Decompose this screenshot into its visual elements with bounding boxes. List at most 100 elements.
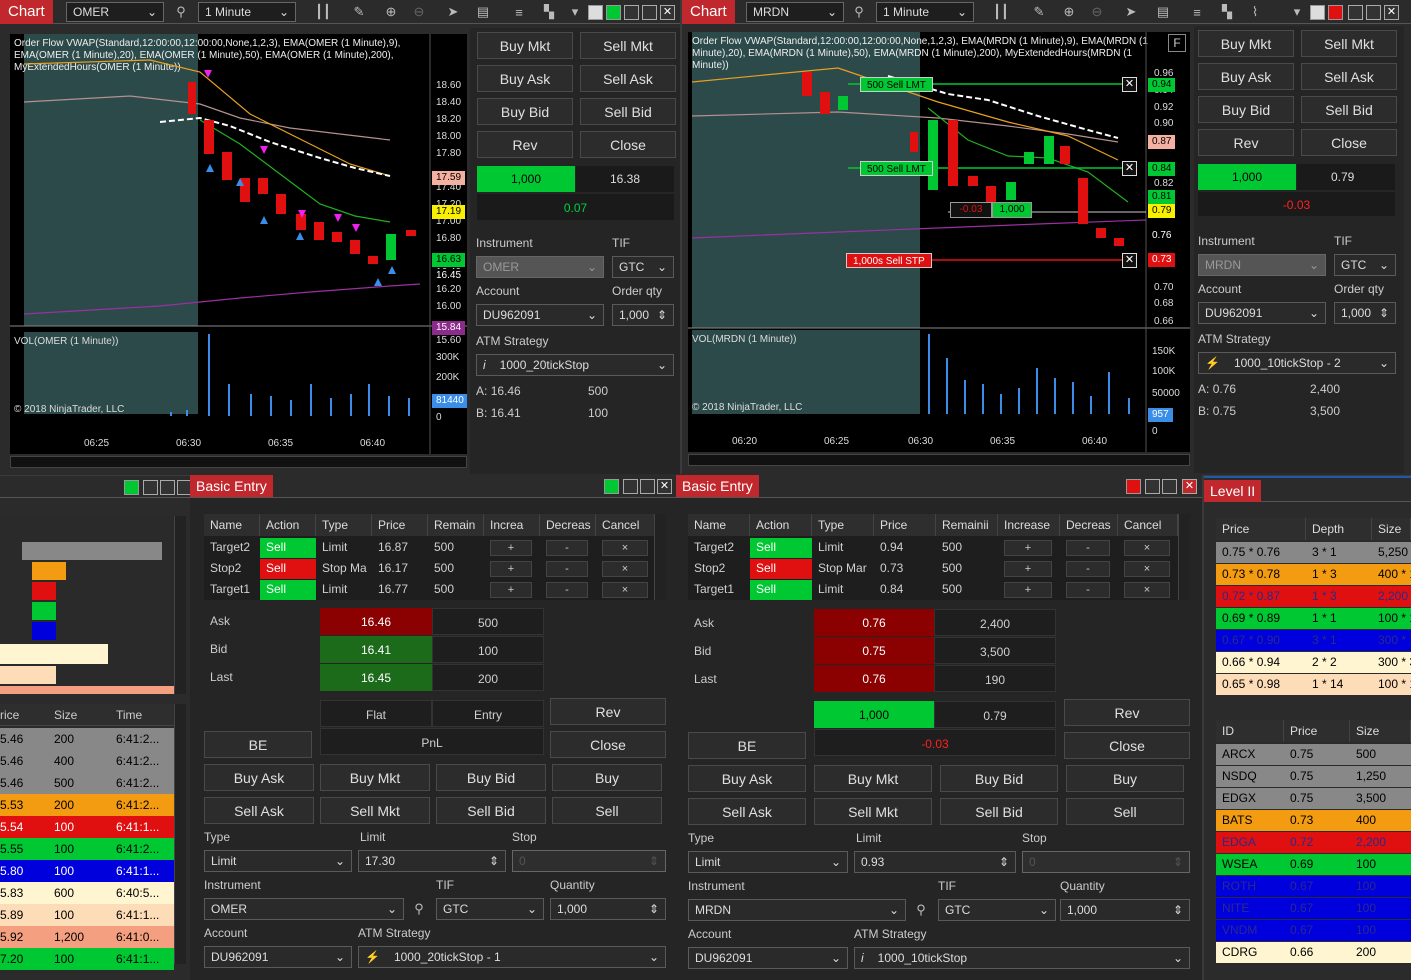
- pencil-icon[interactable]: ✎: [1028, 1, 1050, 23]
- button-sell[interactable]: Sell: [552, 797, 662, 824]
- pointer-icon[interactable]: ➤: [1120, 1, 1142, 23]
- zoom-out-icon[interactable]: ⊖: [1086, 1, 1108, 23]
- decrease-icon[interactable]: -: [546, 582, 588, 598]
- orders-col-4[interactable]: Remain: [428, 514, 484, 536]
- right-chart-tab[interactable]: Chart: [682, 0, 735, 24]
- dropdown-icon[interactable]: ▾: [564, 1, 586, 23]
- basic-left-title[interactable]: Basic Entry: [190, 475, 273, 497]
- button-buy[interactable]: Buy: [1066, 765, 1184, 792]
- left-interval-select[interactable]: 1 Minute ⌄: [198, 2, 296, 22]
- cancel-icon[interactable]: ×: [602, 561, 648, 577]
- account-select[interactable]: DU962091 ⌄: [204, 946, 352, 968]
- link-color-icon[interactable]: [588, 5, 603, 20]
- increase-icon[interactable]: +: [490, 561, 532, 577]
- order-line-label[interactable]: 500 Sell LMT: [860, 77, 933, 92]
- stop-price-input[interactable]: 0 ⇕: [1022, 851, 1190, 873]
- zoom-in-icon[interactable]: ⊕: [380, 1, 402, 23]
- search-icon[interactable]: ⚲: [170, 1, 192, 23]
- level2-col-0[interactable]: ID: [1216, 720, 1284, 742]
- button-buy-mkt[interactable]: Buy Mkt: [814, 765, 932, 792]
- rev-button[interactable]: Rev: [550, 698, 666, 725]
- right-trader-tif[interactable]: GTC ⌄: [1334, 254, 1396, 276]
- minimize-icon[interactable]: [1348, 5, 1363, 20]
- link-red-icon[interactable]: [1328, 5, 1343, 20]
- ts-scrollbar[interactable]: [174, 704, 186, 964]
- bar-type-icon[interactable]: ┃┃: [312, 1, 334, 23]
- cancel-icon[interactable]: ×: [1124, 540, 1170, 556]
- level2-col-0[interactable]: Price: [1216, 518, 1306, 540]
- chart-trader-icon[interactable]: ≡: [508, 1, 530, 23]
- orders-col-2[interactable]: Type: [812, 514, 874, 536]
- minimize-icon[interactable]: [143, 480, 158, 495]
- chart-trader-icon[interactable]: ≡: [1186, 1, 1208, 23]
- rev-button[interactable]: Rev: [1064, 699, 1190, 726]
- increase-icon[interactable]: +: [1004, 561, 1052, 577]
- level2-col-1[interactable]: Depth: [1306, 518, 1372, 540]
- button-sell-ask[interactable]: Sell Ask: [204, 797, 314, 824]
- orders-col-5[interactable]: Increa: [484, 514, 540, 536]
- order-button-buy-mkt[interactable]: Buy Mkt: [477, 32, 573, 59]
- tif-select[interactable]: GTC ⌄: [436, 898, 544, 920]
- left-chart-scrollbar[interactable]: [10, 456, 467, 468]
- be-button[interactable]: BE: [688, 732, 806, 759]
- maximize-icon[interactable]: [160, 480, 175, 495]
- right-trader-atm[interactable]: ⚡ 1000_10tickStop - 2 ⌄: [1198, 352, 1396, 374]
- order-line-label[interactable]: 1,000s Sell STP: [846, 253, 932, 268]
- maximize-icon[interactable]: [642, 5, 657, 20]
- basic-right-title[interactable]: Basic Entry: [676, 475, 759, 497]
- limit-price-input[interactable]: 0.93 ⇕: [854, 851, 1016, 873]
- increase-icon[interactable]: +: [490, 582, 532, 598]
- bar-type-icon[interactable]: ┃┃: [990, 1, 1012, 23]
- cancel-order-icon[interactable]: ✕: [1122, 161, 1137, 176]
- link-green-icon[interactable]: [604, 479, 619, 494]
- maximize-icon[interactable]: [640, 479, 655, 494]
- orders-col-5[interactable]: Increase: [998, 514, 1060, 536]
- increase-icon[interactable]: +: [490, 540, 532, 556]
- cancel-order-icon[interactable]: ✕: [1122, 253, 1137, 268]
- right-trader-instrument[interactable]: MRDN ⌄: [1198, 254, 1326, 276]
- order-button-sell-bid[interactable]: Sell Bid: [580, 98, 676, 125]
- order-button-sell-mkt[interactable]: Sell Mkt: [580, 32, 676, 59]
- ts-col-time[interactable]: Time: [116, 708, 142, 722]
- order-button-rev[interactable]: Rev: [1198, 129, 1294, 156]
- button-sell-mkt[interactable]: Sell Mkt: [320, 797, 430, 824]
- orders-col-6[interactable]: Decreas: [1060, 514, 1118, 536]
- quantity-input[interactable]: 1,000 ⇕: [550, 898, 666, 920]
- level2-col-2[interactable]: Size: [1372, 518, 1411, 540]
- right-interval-select[interactable]: 1 Minute ⌄: [876, 2, 974, 22]
- close-icon[interactable]: ✕: [1384, 5, 1399, 20]
- close-button[interactable]: Close: [550, 731, 666, 758]
- orders-col-4[interactable]: Remainii: [936, 514, 998, 536]
- order-line-label[interactable]: 500 Sell LMT: [860, 161, 933, 176]
- left-trader-atm[interactable]: i 1000_20tickStop ⌄: [476, 354, 674, 376]
- limit-price-input[interactable]: 17.30 ⇕: [358, 850, 506, 872]
- maximize-icon[interactable]: [1162, 479, 1177, 494]
- button-sell-bid[interactable]: Sell Bid: [940, 798, 1058, 825]
- pointer-icon[interactable]: ➤: [442, 1, 464, 23]
- order-button-rev[interactable]: Rev: [477, 131, 573, 158]
- cancel-icon[interactable]: ×: [1124, 561, 1170, 577]
- orders-col-6[interactable]: Decreas: [540, 514, 596, 536]
- left-instrument-select[interactable]: OMER ⌄: [66, 2, 164, 22]
- orders-col-1[interactable]: Action: [750, 514, 812, 536]
- ts-col-size[interactable]: Size: [54, 708, 77, 722]
- order-cell[interactable]: Sell: [260, 580, 316, 600]
- orders-scrollbar[interactable]: [654, 514, 666, 600]
- button-sell-bid[interactable]: Sell Bid: [436, 797, 546, 824]
- button-buy-bid[interactable]: Buy Bid: [436, 764, 546, 791]
- search-icon[interactable]: ⚲: [848, 1, 870, 23]
- decrease-icon[interactable]: -: [1066, 582, 1110, 598]
- minimize-icon[interactable]: [1145, 479, 1160, 494]
- button-sell-ask[interactable]: Sell Ask: [688, 798, 806, 825]
- minimize-icon[interactable]: [624, 5, 639, 20]
- button-sell-mkt[interactable]: Sell Mkt: [814, 798, 932, 825]
- strategies-icon[interactable]: ⌇: [1244, 1, 1266, 23]
- order-cell[interactable]: Sell: [750, 580, 812, 600]
- orders-col-1[interactable]: Action: [260, 514, 316, 536]
- link-green-icon[interactable]: [606, 5, 621, 20]
- level2-col-1[interactable]: Price: [1284, 720, 1350, 742]
- order-button-buy-bid[interactable]: Buy Bid: [477, 98, 573, 125]
- instrument-select[interactable]: OMER ⌄: [204, 898, 404, 920]
- left-chart-tab[interactable]: Chart: [0, 0, 53, 24]
- minimize-icon[interactable]: [623, 479, 638, 494]
